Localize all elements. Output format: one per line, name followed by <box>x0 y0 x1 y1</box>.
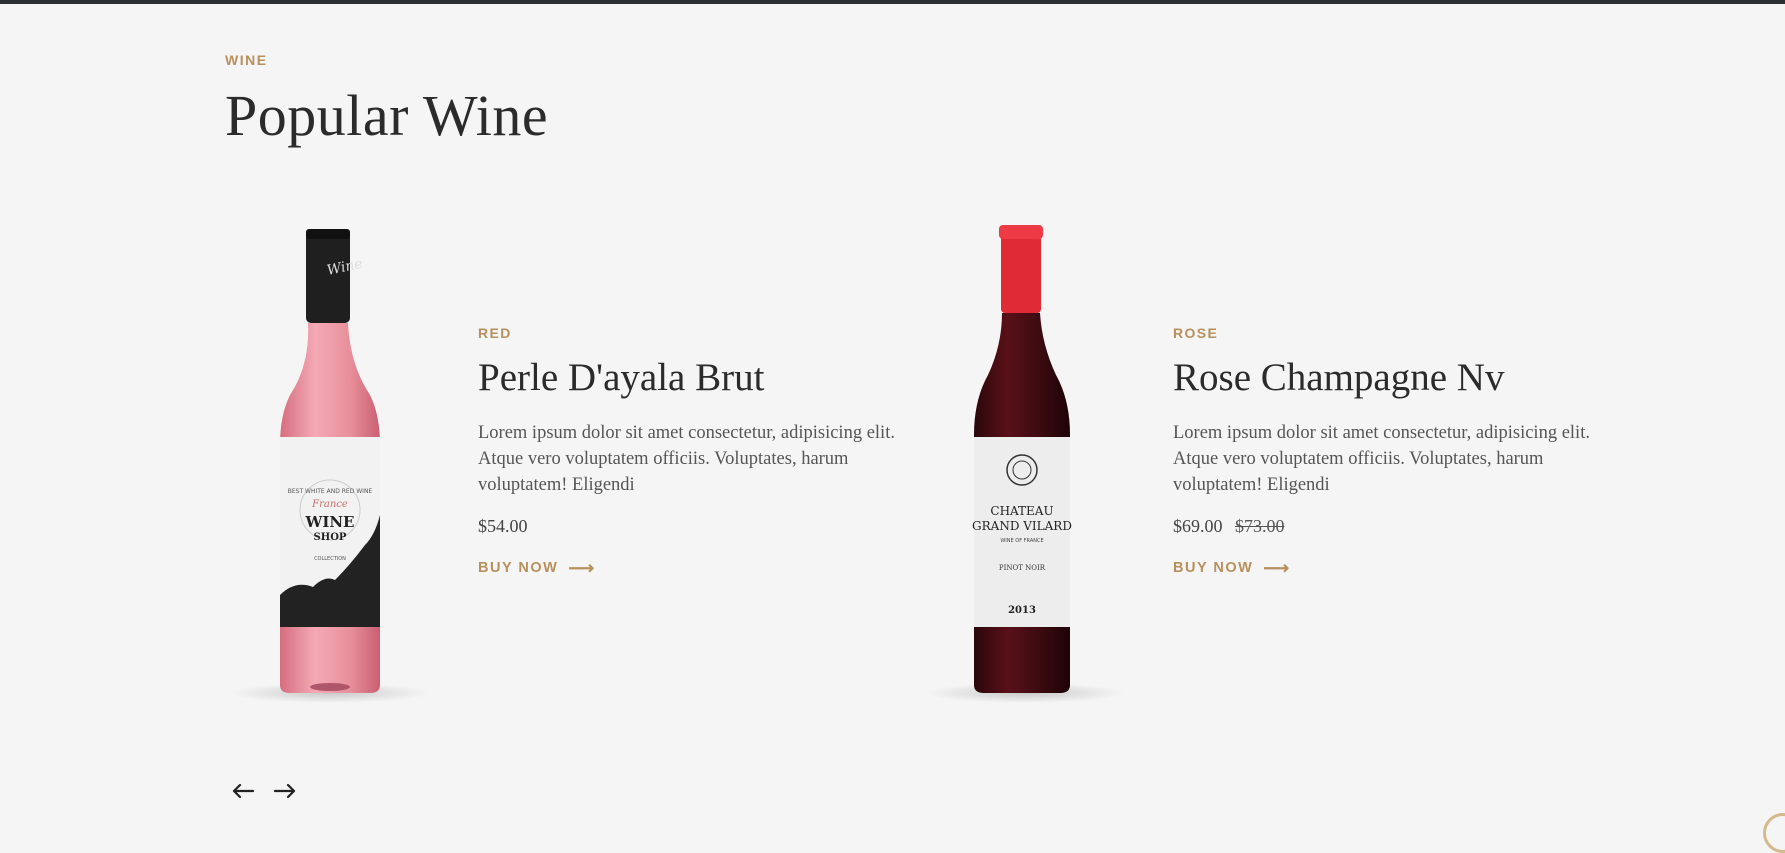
label-wine-text: WINE <box>304 513 354 531</box>
buy-now-button[interactable]: BUY NOW ⟶ <box>478 559 596 577</box>
product-category: RED <box>478 325 512 341</box>
buy-now-label: BUY NOW <box>1173 560 1254 576</box>
section-title: Popular Wine <box>225 83 549 148</box>
product-description: Lorem ipsum dolor sit amet consectetur, … <box>478 423 895 495</box>
product-price-group: $54.00 <box>478 516 908 537</box>
label-origin-text: WINE OF FRANCE <box>1000 538 1043 544</box>
label-chateau-text: CHATEAU <box>990 504 1053 518</box>
label-grand-vilard-text: GRAND VILARD <box>972 519 1072 533</box>
section-eyebrow: WINE <box>225 52 268 68</box>
product-old-price: $73.00 <box>1235 516 1285 536</box>
label-script-text: France <box>311 499 348 510</box>
wine-bottle-icon: CHATEAU GRAND VILARD WINE OF FRANCE PINO… <box>925 225 1125 703</box>
label-shop-text: SHOP <box>314 532 347 543</box>
product-name[interactable]: Rose Champagne Nv <box>1173 355 1603 400</box>
product-image-red-bottle[interactable]: CHATEAU GRAND VILARD WINE OF FRANCE PINO… <box>920 215 1130 715</box>
product-price: $54.00 <box>478 516 528 536</box>
label-varietal-text: PINOT NOIR <box>999 564 1046 572</box>
product-card: CHATEAU GRAND VILARD WINE OF FRANCE PINO… <box>920 215 1600 715</box>
wine-bottle-icon: Wine BEST WHITE AND RED WINE France WINE… <box>230 229 430 703</box>
buy-now-label: BUY NOW <box>478 560 559 576</box>
product-price-group: $69.00 $73.00 <box>1173 516 1603 537</box>
arrow-right-icon: ⟶ <box>1263 558 1291 578</box>
product-image-rose-bottle[interactable]: Wine BEST WHITE AND RED WINE France WINE… <box>225 215 435 715</box>
carousel-next-button[interactable] <box>274 780 296 802</box>
product-name[interactable]: Perle D'ayala Brut <box>478 355 908 400</box>
product-description: Lorem ipsum dolor sit amet consectetur, … <box>1173 423 1590 495</box>
product-info: RED Perle D'ayala Brut Lorem ipsum dolor… <box>478 325 908 577</box>
label-vintage-text: 2013 <box>1008 605 1036 616</box>
arrow-right-icon: ⟶ <box>568 558 596 578</box>
carousel-prev-button[interactable] <box>232 780 254 802</box>
popular-wine-section: WINE Popular Wine Wine BEST WHITE AND RE… <box>0 0 1785 853</box>
product-card: Wine BEST WHITE AND RED WINE France WINE… <box>225 215 905 715</box>
arrow-left-icon <box>232 783 254 799</box>
arrow-right-icon <box>274 783 296 799</box>
carousel-navigation <box>232 780 296 802</box>
product-category: ROSE <box>1173 325 1219 341</box>
product-info: ROSE Rose Champagne Nv Lorem ipsum dolor… <box>1173 325 1603 577</box>
label-collection-text: COLLECTION <box>314 556 346 562</box>
label-arc-text: BEST WHITE AND RED WINE <box>288 488 373 495</box>
product-price: $69.00 <box>1173 516 1223 536</box>
buy-now-button[interactable]: BUY NOW ⟶ <box>1173 559 1291 577</box>
decorative-circle <box>1763 813 1785 853</box>
